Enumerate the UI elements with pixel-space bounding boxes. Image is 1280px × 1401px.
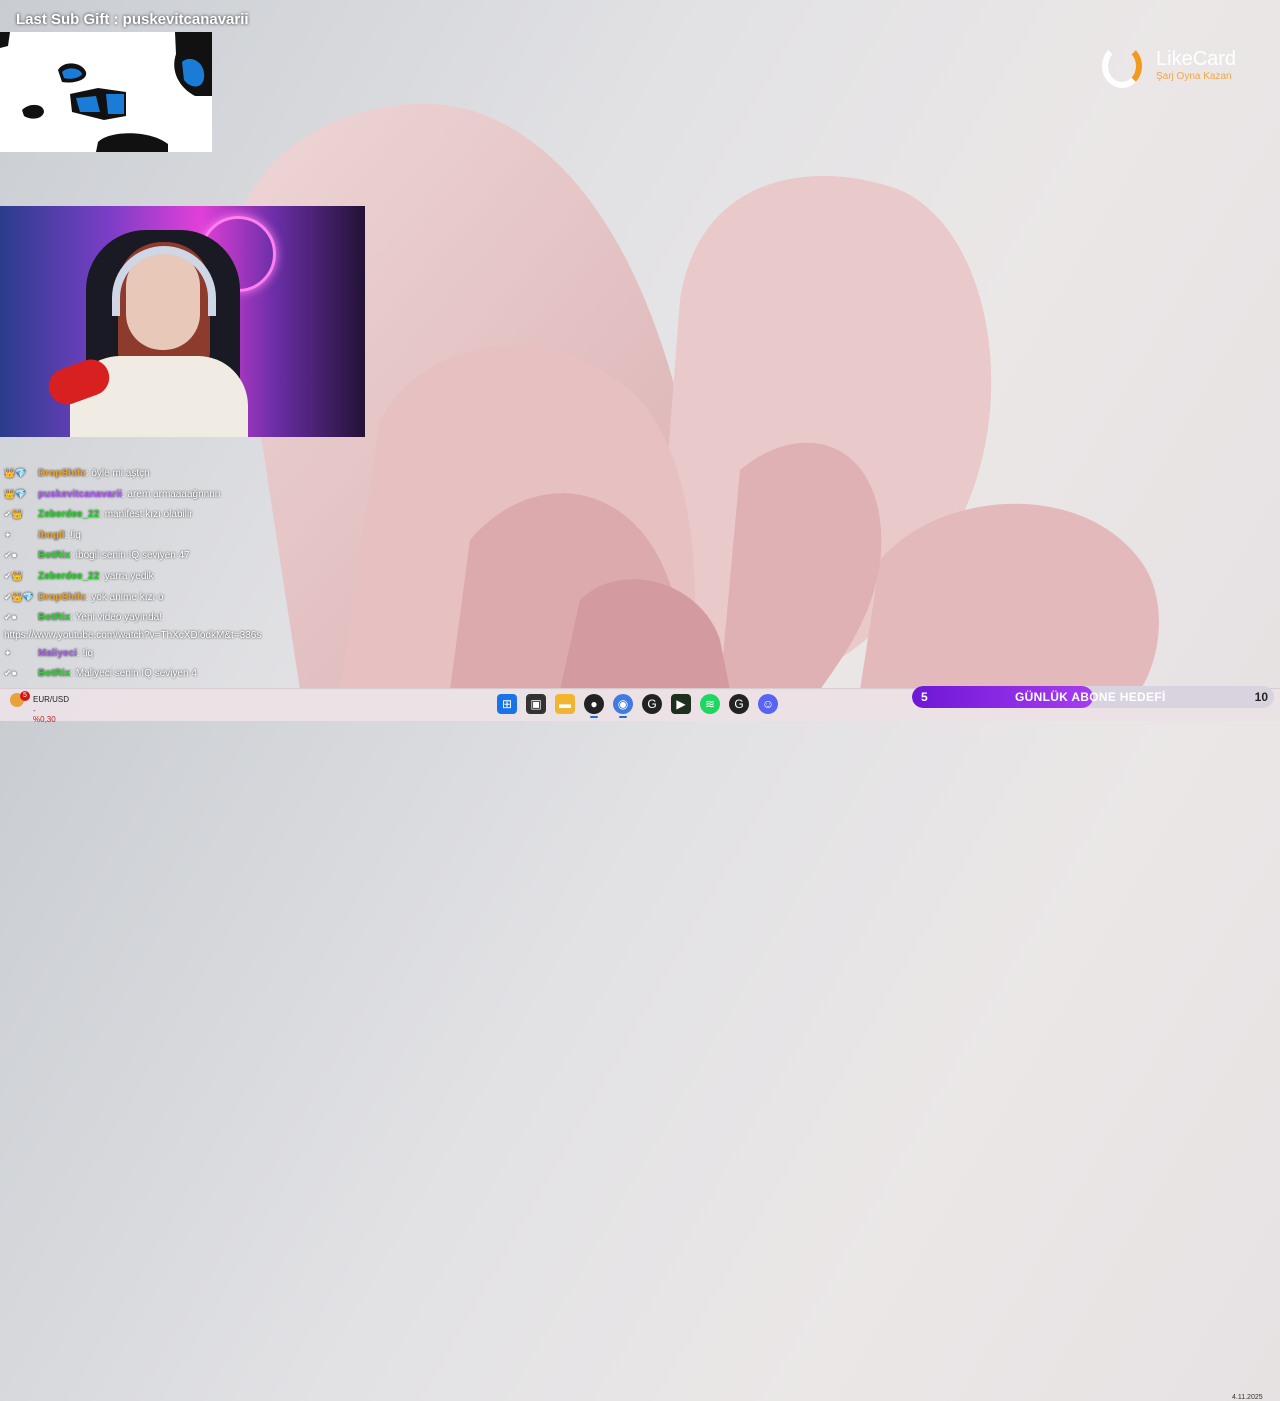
clock-date[interactable]: 4.11.2025 — [1232, 1394, 1263, 1401]
chat-message: ✔👑💎 DropShifc: yok anime kızı o — [4, 587, 364, 608]
sub-goal-label: GÜNLÜK ABONE HEDEFİ — [1015, 690, 1166, 704]
chat-badges-icon: ✔● — [4, 612, 17, 623]
sub-goal-bar: 5 GÜNLÜK ABONE HEDEFİ 10 — [912, 686, 1274, 708]
stock-ticker-widget[interactable]: 5 EUR/USD -%0,30 — [10, 691, 69, 724]
chat-message: ✔● BotRix: ibogil senin IQ seviyen 47 — [4, 545, 364, 566]
webcam-feed — [0, 206, 365, 437]
g-app-icon[interactable]: G — [642, 694, 662, 714]
likecard-logo: LikeCard Şarj Oyna Kazan — [1100, 42, 1260, 92]
likecard-mark-icon — [1102, 44, 1142, 88]
chat-overlay: 👑💎 DropShifc: öyle mi aştçn 👑💎 puskevitcan… — [4, 463, 364, 684]
spotify-icon[interactable]: ≋ — [700, 694, 720, 714]
chat-badges-icon: ✔👑 — [4, 509, 23, 520]
sponsor-tagline: Şarj Oyna Kazan — [1156, 71, 1232, 82]
chat-message: ✦ ibogil: !iq — [4, 525, 364, 546]
g-app-2-icon[interactable]: G — [729, 694, 749, 714]
chat-badges-icon: ✔👑 — [4, 570, 23, 581]
chat-message: ✔👑 Zeberdee_22: manifest kızı olabilir — [4, 504, 364, 525]
chat-badges-icon: 👑💎 — [4, 488, 27, 499]
taskbar-apps: ⊞ ▣ ▬ ● ◉ G ▶ ≋ G ☺ — [497, 694, 778, 718]
sub-goal-target: 10 — [1254, 690, 1268, 704]
chat-badges-icon: ✦ — [4, 647, 12, 658]
overlay-graphic — [0, 32, 212, 152]
chat-link[interactable]: https://www.youtube.com/watch?v=ThXcXDlo… — [4, 628, 364, 643]
chat-badges-icon: 👑💎 — [4, 468, 27, 478]
streaming-app-icon[interactable]: ▶ — [671, 694, 691, 714]
chat-badges-icon: ✔● — [4, 668, 17, 679]
windows-start-icon[interactable]: ⊞ — [497, 694, 517, 714]
blob-art — [0, 32, 212, 152]
chat-message: ✔👑 Zeberdee_22: yarra yedik — [4, 566, 364, 587]
sub-goal-count: 5 — [921, 690, 928, 704]
chat-message: 👑💎 DropShifc: öyle mi aştçn — [4, 463, 364, 484]
chat-message: ✔● BotRix: Yeni video yayında! — [4, 607, 364, 628]
task-view-icon[interactable]: ▣ — [526, 694, 546, 714]
ticker-pair: EUR/USD — [33, 695, 70, 704]
ticker-badge: 5 — [20, 691, 30, 701]
chat-message: 👑💎 puskevitcanavarii: arem armaaaağnnnn — [4, 484, 364, 505]
sponsor-name: LikeCard — [1156, 48, 1237, 70]
ticker-change: -%0,30 — [33, 706, 56, 724]
chat-badges-icon: ✔👑💎 — [4, 591, 34, 602]
chrome-icon[interactable]: ◉ — [613, 694, 633, 718]
discord-icon[interactable]: ☺ — [758, 694, 778, 714]
chat-badges-icon: ✔● — [4, 550, 17, 561]
obs-icon[interactable]: ● — [584, 694, 604, 718]
last-sub-gift-label: Last Sub Gift : puskevitcanavarii — [16, 11, 249, 28]
file-explorer-icon[interactable]: ▬ — [555, 694, 575, 714]
chat-message: ✔● BotRix: Maliyeci senin IQ seviyen 4 — [4, 663, 364, 684]
chat-message: ✦ Maliyeci: !iq — [4, 643, 364, 664]
chat-badges-icon: ✦ — [4, 529, 12, 540]
